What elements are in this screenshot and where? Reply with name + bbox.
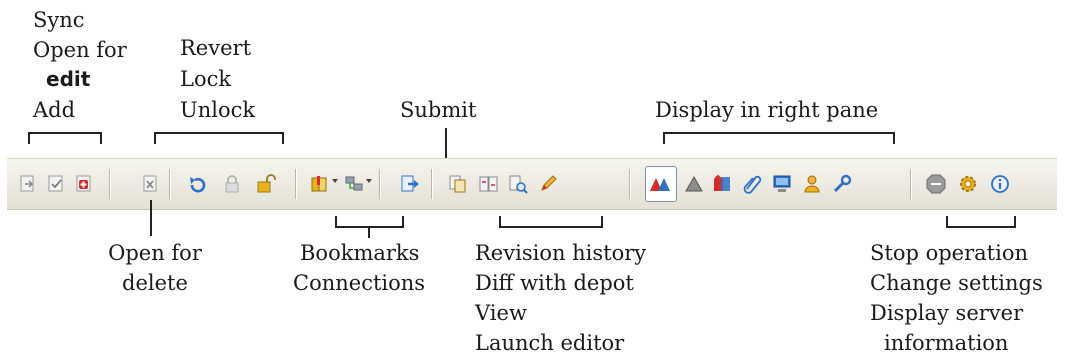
label-sync: Sync bbox=[33, 8, 85, 32]
connections-icon[interactable] bbox=[343, 173, 365, 195]
diff-with-depot-icon[interactable] bbox=[477, 173, 499, 195]
submitted-changelists-icon[interactable] bbox=[741, 173, 763, 195]
label-display-right-pane: Display in right pane bbox=[655, 98, 879, 122]
stop-operation-icon[interactable] bbox=[925, 173, 947, 195]
add-icon[interactable] bbox=[73, 173, 95, 195]
label-stop-operation: Stop operation bbox=[870, 241, 1028, 265]
toolbar-separator bbox=[910, 169, 911, 199]
bookmarks-dropdown-icon[interactable] bbox=[332, 179, 338, 183]
label-diff-with-depot: Diff with depot bbox=[475, 271, 634, 295]
unlock-icon[interactable] bbox=[255, 173, 277, 195]
label-view: View bbox=[475, 301, 527, 325]
open-for-edit-icon[interactable] bbox=[45, 173, 67, 195]
label-edit-bold: edit bbox=[46, 67, 91, 91]
label-open-for-delete-2: delete bbox=[122, 271, 188, 295]
label-open-for: Open for bbox=[33, 38, 127, 62]
label-revert: Revert bbox=[180, 36, 252, 60]
launch-editor-icon[interactable] bbox=[537, 173, 559, 195]
toolbar-separator bbox=[169, 169, 170, 199]
line-submit bbox=[445, 128, 447, 158]
users-icon[interactable] bbox=[801, 173, 823, 195]
toolbar bbox=[7, 158, 1057, 210]
pending-changelists-icon[interactable] bbox=[711, 173, 733, 195]
jobs-icon[interactable] bbox=[831, 173, 853, 195]
label-change-settings: Change settings bbox=[870, 271, 1043, 295]
label-bookmarks: Bookmarks bbox=[300, 241, 420, 265]
label-edit: edit bbox=[46, 66, 90, 92]
sync-icon[interactable] bbox=[17, 173, 39, 195]
revision-history-icon[interactable] bbox=[447, 173, 469, 195]
toolbar-separator bbox=[379, 169, 380, 199]
view-icon[interactable] bbox=[507, 173, 529, 195]
bookmarks-icon[interactable] bbox=[309, 173, 331, 195]
label-open-for-delete-1: Open for bbox=[108, 241, 202, 265]
label-unlock: Unlock bbox=[180, 98, 256, 122]
label-information: information bbox=[884, 331, 1009, 355]
toolbar-separator bbox=[629, 169, 630, 199]
label-display-server: Display server bbox=[870, 301, 1024, 325]
line-bookmarks-connections bbox=[368, 228, 370, 238]
toolbar-separator bbox=[431, 169, 432, 199]
workspaces-icon[interactable] bbox=[771, 173, 793, 195]
revert-icon[interactable] bbox=[187, 173, 209, 195]
change-settings-icon[interactable] bbox=[957, 173, 979, 195]
server-info-icon[interactable] bbox=[989, 173, 1011, 195]
workspace-view-icon[interactable] bbox=[683, 173, 705, 195]
label-lock: Lock bbox=[180, 67, 232, 91]
label-submit: Submit bbox=[400, 98, 477, 122]
label-launch-editor: Launch editor bbox=[475, 331, 625, 355]
line-open-for-delete bbox=[150, 200, 152, 236]
label-add: Add bbox=[33, 98, 76, 122]
submit-icon[interactable] bbox=[399, 173, 421, 195]
lock-icon[interactable] bbox=[221, 173, 243, 195]
label-connections: Connections bbox=[293, 271, 426, 295]
connections-dropdown-icon[interactable] bbox=[366, 179, 372, 183]
toolbar-separator bbox=[109, 169, 110, 199]
label-revision-history: Revision history bbox=[475, 241, 647, 265]
toolbar-separator bbox=[295, 169, 296, 199]
depot-view-icon[interactable] bbox=[649, 173, 671, 195]
open-for-delete-icon[interactable] bbox=[139, 173, 161, 195]
